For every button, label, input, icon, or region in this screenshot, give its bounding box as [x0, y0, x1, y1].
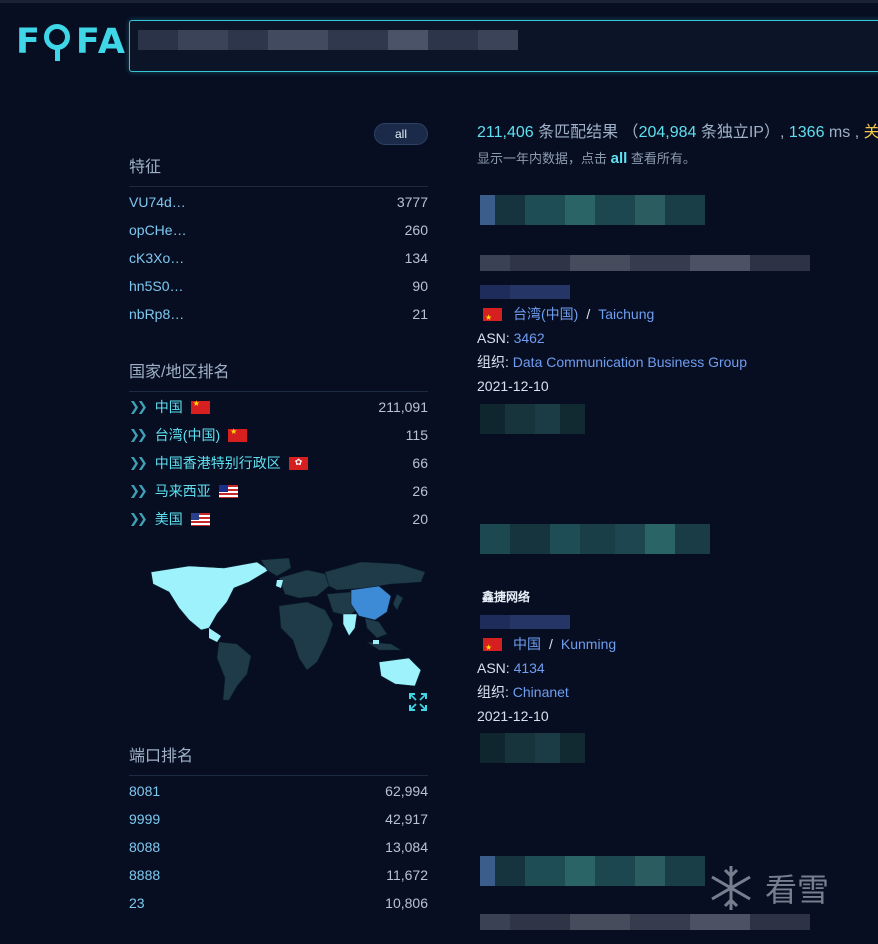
- query-time: 1366: [788, 124, 825, 141]
- result-1-ip-redacted: [480, 255, 810, 271]
- features-title: 特征: [129, 153, 428, 187]
- chevron-right-icon: ❯❯: [129, 427, 148, 442]
- feature-row[interactable]: VU74d… 3777: [129, 188, 428, 216]
- china-flag-icon: [483, 636, 502, 660]
- top-border: [0, 0, 878, 3]
- result-2-extra-redacted: [480, 733, 585, 763]
- result-1-asn[interactable]: 3462: [514, 326, 545, 350]
- port-row[interactable]: 9999 42,917: [129, 805, 428, 833]
- port-row[interactable]: 8081 62,994: [129, 777, 428, 805]
- port-row[interactable]: 8888 11,672: [129, 861, 428, 889]
- malaysia-flag-icon: [218, 484, 238, 498]
- result-1-extra-redacted: [480, 404, 585, 434]
- watermark-text: 看雪: [765, 871, 830, 909]
- feature-row[interactable]: hn5S0… 90: [129, 272, 428, 300]
- result-2-title-redacted: [480, 615, 570, 629]
- result-1-city[interactable]: Taichung: [598, 302, 654, 326]
- result-1-info: 台湾(中国)/Taichung ASN: 3462 组织: Data Commu…: [477, 302, 747, 398]
- search-query-redacted: [138, 30, 518, 50]
- country-row[interactable]: ❯❯ 马来西亚 26: [129, 477, 428, 505]
- summary-tail-link[interactable]: 关: [864, 124, 878, 141]
- kanxue-watermark: 看雪: [707, 858, 867, 918]
- chevron-right-icon: ❯❯: [129, 399, 148, 414]
- result-2-city[interactable]: Kunming: [561, 632, 616, 656]
- logo-pin-icon: [43, 22, 74, 62]
- ports-title: 端口排名: [129, 742, 428, 776]
- result-2-host-redacted: [480, 524, 710, 554]
- result-1-date: 2021-12-10: [477, 378, 549, 394]
- results-panel: 211,406 条匹配结果 （204,984 条独立IP）, 1366 ms ,…: [477, 120, 878, 167]
- chevron-right-icon: ❯❯: [129, 511, 148, 526]
- result-2-date: 2021-12-10: [477, 708, 549, 724]
- feature-row[interactable]: nbRp8… 21: [129, 300, 428, 328]
- snowflake-icon: [711, 866, 751, 910]
- all-button[interactable]: all: [374, 123, 428, 145]
- result-2-title: 鑫捷网络: [482, 590, 531, 604]
- china-flag-icon: [483, 306, 502, 330]
- expand-icon[interactable]: [408, 692, 428, 712]
- port-row[interactable]: 8088 13,084: [129, 833, 428, 861]
- result-1-country[interactable]: 台湾(中国): [513, 302, 578, 326]
- world-map[interactable]: [129, 558, 428, 718]
- chevron-right-icon: ❯❯: [129, 455, 148, 470]
- results-note: 显示一年内数据，点击 all 查看所有。: [477, 150, 696, 167]
- result-1-title-redacted: [480, 285, 570, 299]
- feature-row[interactable]: cK3Xo… 134: [129, 244, 428, 272]
- country-row[interactable]: ❯❯ 美国 20: [129, 505, 428, 533]
- country-row[interactable]: ❯❯中国211,091: [129, 393, 428, 421]
- result-2-org[interactable]: Chinanet: [513, 680, 569, 704]
- chevron-right-icon: ❯❯: [129, 483, 148, 498]
- results-summary: 211,406 条匹配结果 （204,984 条独立IP）, 1366 ms ,…: [477, 124, 878, 141]
- unique-ip-count: 204,984: [638, 124, 697, 141]
- country-row[interactable]: ❯❯中国香港特别行政区66: [129, 449, 428, 477]
- fofa-logo[interactable]: F FA: [16, 20, 127, 64]
- show-all-link[interactable]: all: [611, 150, 628, 167]
- result-2-country[interactable]: 中国: [513, 632, 541, 656]
- result-3-host-redacted: [480, 856, 705, 886]
- china-flag-icon: [228, 427, 248, 442]
- result-1-org[interactable]: Data Communication Business Group: [513, 350, 747, 374]
- usa-flag-icon: [190, 512, 210, 526]
- match-count: 211,406: [477, 124, 534, 141]
- port-row[interactable]: 23 10,806: [129, 889, 428, 917]
- countries-title: 国家/地区排名: [129, 358, 428, 392]
- result-2-info: 中国/Kunming ASN: 4134 组织: Chinanet 2021-1…: [477, 632, 616, 728]
- result-1-host-redacted: [480, 195, 705, 225]
- feature-row[interactable]: opCHe… 260: [129, 216, 428, 244]
- country-row[interactable]: ❯❯台湾(中国)115: [129, 421, 428, 449]
- china-flag-icon: [190, 399, 210, 414]
- result-2-asn[interactable]: 4134: [514, 656, 545, 680]
- hongkong-flag-icon: [288, 456, 308, 470]
